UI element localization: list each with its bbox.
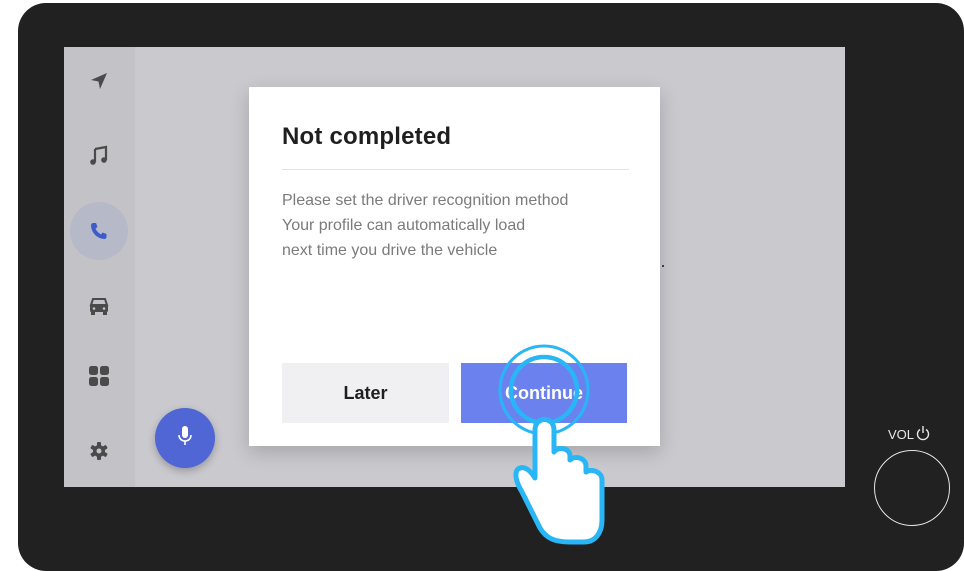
dialog-message: Please set the driver recognition method… [282, 188, 632, 263]
volume-label: VOL [888, 425, 930, 444]
not-completed-dialog: Not completed Please set the driver reco… [249, 87, 660, 446]
voice-assistant-button[interactable] [155, 408, 215, 468]
music-note-icon [88, 145, 110, 167]
navigation-arrow-icon [88, 70, 110, 92]
dialog-message-line: Please set the driver recognition method [282, 192, 569, 209]
sidebar-item-apps[interactable] [70, 347, 128, 405]
volume-knob[interactable] [874, 450, 950, 526]
volume-label-text: VOL [888, 427, 915, 442]
screen-artifact [662, 265, 664, 267]
sidebar-item-phone[interactable] [70, 202, 128, 260]
phone-icon [89, 221, 109, 241]
continue-button[interactable]: Continue [461, 363, 627, 423]
sidebar-item-settings[interactable] [70, 422, 128, 480]
sidebar-item-navigation[interactable] [70, 52, 128, 110]
apps-grid-icon [88, 365, 110, 387]
dialog-message-line: Your profile can automatically load [282, 217, 526, 234]
settings-gear-icon [89, 441, 109, 461]
dialog-title: Not completed [282, 123, 452, 150]
sidebar-item-music[interactable] [70, 127, 128, 185]
sidebar-item-vehicle[interactable] [70, 277, 128, 335]
microphone-icon [177, 425, 193, 451]
sidebar [64, 47, 135, 487]
infotainment-screen: Not completed Please set the driver reco… [64, 47, 845, 487]
power-icon [916, 425, 930, 444]
dialog-message-line: next time you drive the vehicle [282, 242, 498, 259]
later-button[interactable]: Later [282, 363, 449, 423]
dialog-divider [282, 169, 629, 170]
car-icon [88, 296, 110, 316]
